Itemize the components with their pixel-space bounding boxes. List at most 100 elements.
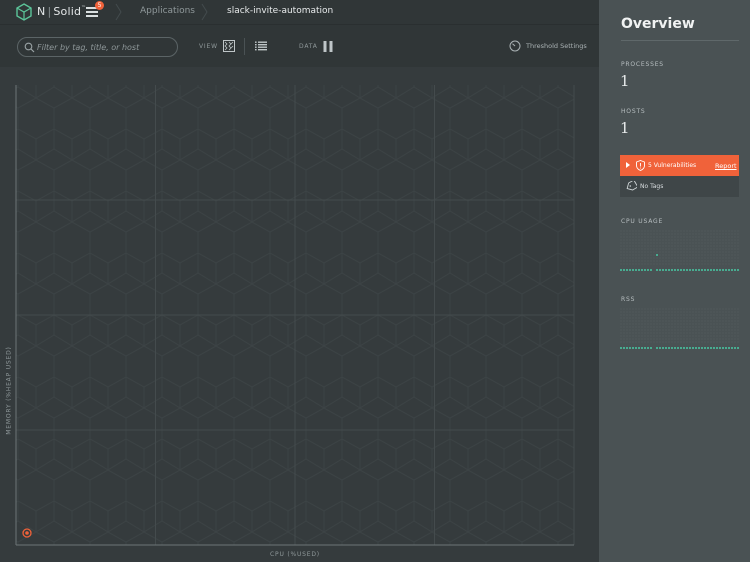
sparkline-grid-dot bbox=[659, 239, 661, 241]
sparkline-grid-dot bbox=[725, 233, 727, 235]
sparkline-grid-dot bbox=[641, 308, 643, 310]
sparkline-grid-dot bbox=[683, 236, 685, 238]
sparkline-grid-dot bbox=[629, 236, 631, 238]
sparkline-grid-dot bbox=[638, 245, 640, 247]
sparkline-grid-dot bbox=[716, 254, 718, 256]
sparkline-value-dot bbox=[722, 347, 724, 349]
sparkline-grid-dot bbox=[629, 257, 631, 259]
sparkline-grid-dot bbox=[650, 329, 652, 331]
sparkline-grid-dot bbox=[638, 323, 640, 325]
sparkline-grid-dot bbox=[671, 332, 673, 334]
sparkline-grid-dot bbox=[686, 239, 688, 241]
sparkline-grid-dot bbox=[734, 257, 736, 259]
sparkline-grid-dot bbox=[677, 323, 679, 325]
sparkline-grid-dot bbox=[638, 329, 640, 331]
process-point-dot bbox=[25, 531, 29, 535]
sparkline-grid-dot bbox=[626, 323, 628, 325]
sparkline-grid-dot bbox=[680, 233, 682, 235]
list-view-icon[interactable] bbox=[255, 41, 267, 51]
sparkline-grid-dot bbox=[716, 323, 718, 325]
sparkline-grid-dot bbox=[650, 311, 652, 313]
pause-icon[interactable] bbox=[323, 41, 333, 52]
sparkline-grid-dot bbox=[677, 263, 679, 265]
sparkline-value-dot bbox=[734, 269, 736, 271]
sparkline-grid-dot bbox=[650, 341, 652, 343]
sparkline-value-dot bbox=[713, 347, 715, 349]
sparkline-grid-dot bbox=[644, 236, 646, 238]
sparkline-grid-dot bbox=[698, 332, 700, 334]
sparkline-grid-dot bbox=[719, 314, 721, 316]
sparkline-value-dot bbox=[674, 269, 676, 271]
sparkline-grid-dot bbox=[731, 260, 733, 262]
sparkline-grid-dot bbox=[728, 323, 730, 325]
sparkline-grid-dot bbox=[659, 233, 661, 235]
sparkline-grid-dot bbox=[698, 323, 700, 325]
sparkline-grid-dot bbox=[710, 311, 712, 313]
scatter-view-icon[interactable] bbox=[223, 40, 235, 52]
sparkline-grid-dot bbox=[668, 311, 670, 313]
sparkline-value-dot bbox=[656, 254, 658, 256]
sparkline-grid-dot bbox=[620, 239, 622, 241]
sparkline-grid-dot bbox=[644, 248, 646, 250]
sparkline-grid-dot bbox=[725, 260, 727, 262]
sparkline-grid-dot bbox=[710, 323, 712, 325]
sparkline-grid-dot bbox=[626, 242, 628, 244]
tags-row[interactable]: No Tags bbox=[620, 176, 739, 197]
sparkline-grid-dot bbox=[674, 233, 676, 235]
sparkline-grid-dot bbox=[647, 230, 649, 232]
report-link[interactable]: Report bbox=[715, 162, 737, 170]
sparkline-value-dot bbox=[725, 269, 727, 271]
sparkline-grid-dot bbox=[701, 311, 703, 313]
expand-arrow-icon[interactable] bbox=[626, 162, 630, 168]
sparkline-grid-dot bbox=[677, 236, 679, 238]
sparkline-grid-dot bbox=[683, 257, 685, 259]
sparkline-grid-dot bbox=[680, 317, 682, 319]
sparkline-grid-dot bbox=[641, 326, 643, 328]
sparkline-grid-dot bbox=[620, 335, 622, 337]
sparkline-grid-dot bbox=[725, 230, 727, 232]
sparkline-grid-dot bbox=[692, 260, 694, 262]
sparkline-grid-dot bbox=[623, 317, 625, 319]
sparkline-grid-dot bbox=[674, 263, 676, 265]
sparkline-grid-dot bbox=[728, 308, 730, 310]
sparkline-grid-dot bbox=[695, 263, 697, 265]
sparkline-grid-dot bbox=[710, 260, 712, 262]
search-input[interactable] bbox=[37, 40, 175, 54]
sparkline-grid-dot bbox=[710, 245, 712, 247]
breadcrumb-current-app[interactable]: slack-invite-automation bbox=[227, 6, 333, 16]
vulnerabilities-banner[interactable]: 5 Vulnerabilities Report bbox=[620, 155, 739, 176]
sparkline-grid-dot bbox=[671, 251, 673, 253]
sparkline-grid-dot bbox=[635, 236, 637, 238]
sparkline-grid-dot bbox=[665, 320, 667, 322]
breadcrumb-applications[interactable]: Applications bbox=[140, 6, 195, 16]
sparkline-grid-dot bbox=[629, 317, 631, 319]
sparkline-grid-dot bbox=[722, 311, 724, 313]
sparkline-grid-dot bbox=[725, 323, 727, 325]
sparkline-grid-dot bbox=[620, 248, 622, 250]
sparkline-grid-dot bbox=[674, 320, 676, 322]
data-label: DATA bbox=[299, 43, 318, 50]
sparkline-grid-dot bbox=[695, 317, 697, 319]
sparkline-grid-dot bbox=[662, 317, 664, 319]
sparkline-grid-dot bbox=[626, 320, 628, 322]
sparkline-grid-dot bbox=[722, 329, 724, 331]
sparkline-grid-dot bbox=[620, 251, 622, 253]
sparkline-grid-dot bbox=[626, 335, 628, 337]
sparkline-grid-dot bbox=[662, 323, 664, 325]
sparkline-grid-dot bbox=[635, 320, 637, 322]
sparkline-grid-dot bbox=[626, 248, 628, 250]
sparkline-grid-dot bbox=[737, 236, 739, 238]
sparkline-grid-dot bbox=[695, 335, 697, 337]
sparkline-grid-dot bbox=[710, 251, 712, 253]
sparkline-grid-dot bbox=[656, 257, 658, 259]
sparkline-grid-dot bbox=[707, 311, 709, 313]
sparkline-grid-dot bbox=[632, 233, 634, 235]
sparkline-grid-dot bbox=[686, 332, 688, 334]
sparkline-grid-dot bbox=[623, 248, 625, 250]
brand-name[interactable]: N | Solid™ bbox=[37, 5, 86, 18]
sparkline-grid-dot bbox=[692, 242, 694, 244]
sparkline-grid-dot bbox=[635, 335, 637, 337]
sparkline-grid-dot bbox=[620, 245, 622, 247]
sparkline-grid-dot bbox=[641, 242, 643, 244]
sparkline-grid-dot bbox=[635, 263, 637, 265]
